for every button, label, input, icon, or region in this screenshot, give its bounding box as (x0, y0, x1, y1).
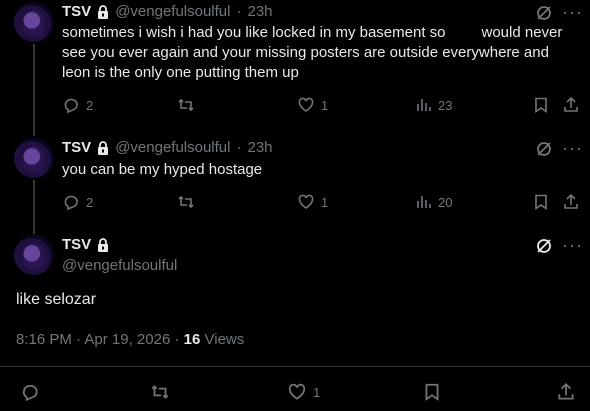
like-count: 1 (321, 194, 329, 210)
more-icon[interactable]: ··· (562, 3, 582, 24)
views-count: 16 (183, 331, 201, 348)
more-icon[interactable]: ··· (562, 236, 582, 257)
view-count: 20 (438, 194, 453, 210)
grok-icon[interactable] (535, 140, 553, 158)
timestamp[interactable]: 23h (248, 3, 273, 20)
reply-button[interactable]: 2 (62, 96, 93, 114)
tweet-header: TSV @vengefulsoulful · 23h (62, 3, 273, 20)
avatar[interactable] (14, 138, 54, 178)
post-time[interactable]: 8:16 PM (16, 331, 72, 348)
share-icon (564, 193, 578, 209)
share-button[interactable] (556, 382, 576, 402)
heart-icon (298, 97, 314, 112)
thread-line (33, 180, 35, 234)
bookmark-icon (535, 194, 547, 211)
bookmark-icon (535, 97, 547, 114)
display-name[interactable]: TSV (62, 236, 91, 253)
handle[interactable]: @vengefulsoulful (115, 139, 230, 156)
lock-icon (98, 237, 109, 252)
share-button[interactable] (562, 96, 580, 114)
display-name[interactable]: TSV (62, 3, 91, 20)
separator: · (236, 139, 242, 156)
like-button[interactable]: 1 (287, 382, 320, 402)
separator: · (236, 3, 242, 20)
reply-icon (22, 384, 38, 402)
retweet-button[interactable] (177, 193, 195, 211)
view-count: 23 (438, 97, 453, 113)
grok-icon[interactable] (535, 4, 553, 22)
views-icon (417, 196, 431, 208)
reply-icon (64, 98, 78, 114)
tweet-text: sometimes i wish i had you like locked i… (62, 24, 563, 81)
share-button[interactable] (562, 193, 580, 211)
bookmark-button[interactable] (532, 96, 550, 114)
separator: · (174, 331, 180, 348)
retweet-icon (178, 195, 194, 209)
retweet-button[interactable] (177, 96, 195, 114)
heart-icon (288, 383, 306, 400)
views-icon (417, 99, 431, 111)
views-button[interactable]: 20 (414, 193, 452, 211)
more-icon[interactable]: ··· (562, 139, 582, 160)
timestamp[interactable]: 23h (248, 139, 273, 156)
reply-count: 2 (86, 97, 94, 113)
like-button[interactable]: 1 (297, 193, 328, 211)
tweet-header: TSV (62, 236, 109, 253)
bookmark-button[interactable] (532, 193, 550, 211)
post-date[interactable]: Apr 19, 2026 (84, 331, 170, 348)
bookmark-icon (425, 383, 439, 401)
display-name[interactable]: TSV (62, 139, 91, 156)
grok-icon[interactable] (535, 237, 553, 255)
tweet-meta: 8:16 PM · Apr 19, 2026 · 16 Views (16, 331, 244, 348)
retweet-icon (151, 385, 169, 399)
divider (0, 366, 590, 367)
bookmark-button[interactable] (422, 382, 442, 402)
tweet-text: you can be my hyped hostage (62, 161, 263, 178)
avatar[interactable] (14, 2, 54, 42)
reply-button[interactable]: 2 (62, 193, 93, 211)
thread-line (33, 44, 35, 136)
share-icon (558, 382, 574, 400)
tweet-header: TSV @vengefulsoulful · 23h (62, 139, 273, 156)
like-button[interactable]: 1 (297, 96, 328, 114)
like-count: 1 (313, 384, 321, 400)
views-label: Views (204, 331, 245, 348)
handle[interactable]: @vengefulsoulful (62, 257, 177, 274)
reply-count: 2 (86, 194, 94, 210)
share-icon (564, 96, 578, 112)
lock-icon (98, 4, 109, 19)
like-count: 1 (321, 97, 329, 113)
tweet-text: like selozar (16, 291, 97, 308)
retweet-icon (178, 98, 194, 112)
lock-icon (98, 140, 109, 155)
reply-icon (64, 195, 78, 211)
handle[interactable]: @vengefulsoulful (115, 3, 230, 20)
avatar[interactable] (14, 235, 54, 275)
heart-icon (298, 194, 314, 209)
retweet-button[interactable] (150, 382, 170, 402)
views-button[interactable]: 23 (414, 96, 452, 114)
separator: · (76, 331, 82, 348)
reply-button[interactable] (20, 382, 40, 402)
